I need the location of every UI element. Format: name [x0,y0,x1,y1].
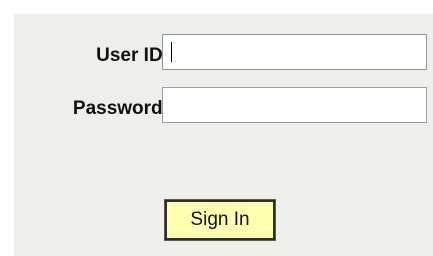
userid-label: User ID: [96,45,169,66]
text-caret [171,42,172,62]
signin-button[interactable]: Sign In [165,200,275,240]
userid-row: User ID: [14,34,433,78]
signin-button-frame: Sign In [164,199,276,241]
login-panel: User ID: Password: Sign In [14,14,433,256]
userid-input[interactable] [162,34,427,70]
password-label: Password: [72,98,169,119]
password-row: Password: [14,87,433,131]
password-input[interactable] [162,87,427,123]
